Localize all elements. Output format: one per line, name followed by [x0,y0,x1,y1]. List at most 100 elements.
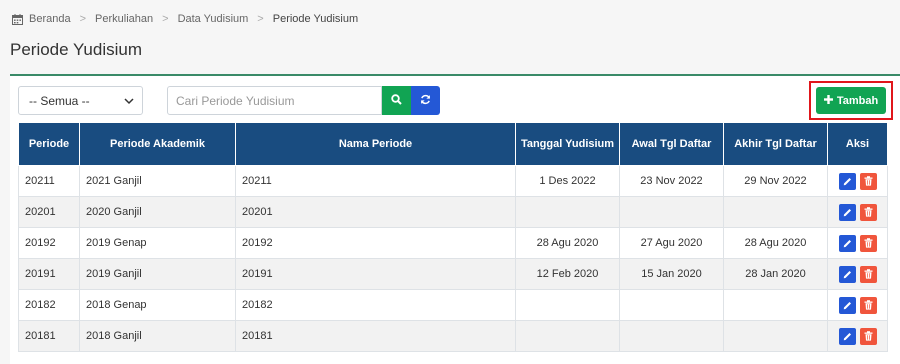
filter-select[interactable]: -- Semua -- [18,86,143,115]
column-header-nama-periode[interactable]: Nama Periode [235,122,516,166]
delete-button[interactable] [859,203,877,221]
search-icon [391,93,402,108]
cell-tanggal-yudisium: 12 Feb 2020 [515,258,620,290]
cell-nama-periode: 20201 [235,196,516,228]
search-button[interactable] [382,86,411,115]
cell-akhir-tgl-daftar [723,289,828,321]
refresh-button[interactable] [411,86,440,115]
pencil-icon [843,177,851,185]
cell-periode: 20201 [18,196,80,228]
refresh-icon [420,94,431,108]
cell-akhir-tgl-daftar [723,196,828,228]
column-header-tanggal-yudisium[interactable]: Tanggal Yudisium [515,122,620,166]
cell-awal-tgl-daftar: 27 Agu 2020 [619,227,724,259]
breadcrumb-separator: > [257,13,264,25]
trash-icon [864,176,872,186]
cell-periode: 20182 [18,289,80,321]
search-input[interactable] [167,86,382,115]
trash-icon [864,269,872,279]
column-header-akhir-tgl-daftar[interactable]: Akhir Tgl Daftar [723,122,828,166]
table-row: 20181 2018 Ganjil 20181 [18,320,888,352]
table-row: 20191 2019 Ganjil 20191 12 Feb 2020 15 Jan 2… [18,258,888,290]
delete-button[interactable] [859,327,877,345]
delete-button[interactable] [859,234,877,252]
cell-periode: 20192 [18,227,80,259]
cell-nama-periode: 20211 [235,165,516,197]
cell-periode-akademik: 2021 Ganjil [79,165,236,197]
calendar-icon [12,13,23,25]
table-row: 20211 2021 Ganjil 20211 1 Des 2022 23 Nov 20… [18,165,888,197]
pencil-icon [843,270,851,278]
periode-table: Periode Periode Akademik Nama Periode Ta… [18,122,888,352]
cell-aksi [827,227,888,259]
cell-aksi [827,196,888,228]
trash-icon [864,238,872,248]
delete-button[interactable] [859,265,877,283]
edit-button[interactable] [838,203,856,221]
cell-periode: 20211 [18,165,80,197]
trash-icon [864,300,872,310]
cell-tanggal-yudisium: 1 Des 2022 [515,165,620,197]
cell-akhir-tgl-daftar: 28 Agu 2020 [723,227,828,259]
pencil-icon [843,332,851,340]
cell-awal-tgl-daftar: 15 Jan 2020 [619,258,724,290]
add-button[interactable]: Tambah [816,87,886,114]
column-header-periode[interactable]: Periode [18,122,80,166]
filter-select-value: -- Semua -- [29,93,90,108]
cell-nama-periode: 20191 [235,258,516,290]
cell-periode-akademik: 2020 Ganjil [79,196,236,228]
column-header-periode-akademik[interactable]: Periode Akademik [79,122,236,166]
trash-icon [864,331,872,341]
column-header-awal-tgl-daftar[interactable]: Awal Tgl Daftar [619,122,724,166]
cell-akhir-tgl-daftar: 29 Nov 2022 [723,165,828,197]
edit-button[interactable] [838,296,856,314]
cell-awal-tgl-daftar [619,289,724,321]
cell-awal-tgl-daftar [619,320,724,352]
cell-tanggal-yudisium [515,196,620,228]
breadcrumb-separator: > [79,13,87,25]
breadcrumb-separator: > [162,13,169,25]
breadcrumb-data-yudisium[interactable]: Data Yudisium [178,13,249,25]
page-title: Periode Yudisium [10,40,142,59]
cell-aksi [827,165,888,197]
cell-akhir-tgl-daftar [723,320,828,352]
edit-button[interactable] [838,265,856,283]
delete-button[interactable] [859,172,877,190]
pencil-icon [843,239,851,247]
cell-tanggal-yudisium [515,289,620,321]
edit-button[interactable] [838,327,856,345]
cell-tanggal-yudisium [515,320,620,352]
cell-periode-akademik: 2019 Ganjil [79,258,236,290]
table-row: 20182 2018 Genap 20182 [18,289,888,321]
table-header-row: Periode Periode Akademik Nama Periode Ta… [18,122,888,166]
cell-periode: 20191 [18,258,80,290]
cell-awal-tgl-daftar: 23 Nov 2022 [619,165,724,197]
table-row: 20201 2020 Ganjil 20201 [18,196,888,228]
breadcrumb-perkuliahan[interactable]: Perkuliahan [95,13,153,25]
cell-nama-periode: 20182 [235,289,516,321]
cell-nama-periode: 20181 [235,320,516,352]
breadcrumb: Beranda > Perkuliahan > Data Yudisium > … [12,13,358,25]
plus-icon [823,94,833,107]
cell-aksi [827,289,888,321]
cell-tanggal-yudisium: 28 Agu 2020 [515,227,620,259]
chevron-down-icon [124,94,134,108]
add-button-label: Tambah [836,94,879,107]
cell-akhir-tgl-daftar: 28 Jan 2020 [723,258,828,290]
breadcrumb-current: Periode Yudisium [272,13,359,25]
cell-awal-tgl-daftar [619,196,724,228]
pencil-icon [843,208,851,216]
table-row: 20192 2019 Genap 20192 28 Agu 2020 27 Agu 20… [18,227,888,259]
cell-aksi [827,320,888,352]
edit-button[interactable] [838,234,856,252]
breadcrumb-home[interactable]: Beranda [29,13,71,25]
delete-button[interactable] [859,296,877,314]
content-panel: -- Semua -- Tambah Periode Periode Akade… [10,74,900,364]
cell-periode-akademik: 2018 Ganjil [79,320,236,352]
trash-icon [864,207,872,217]
column-header-aksi: Aksi [827,122,888,166]
cell-aksi [827,258,888,290]
edit-button[interactable] [838,172,856,190]
cell-nama-periode: 20192 [235,227,516,259]
cell-periode-akademik: 2018 Genap [79,289,236,321]
